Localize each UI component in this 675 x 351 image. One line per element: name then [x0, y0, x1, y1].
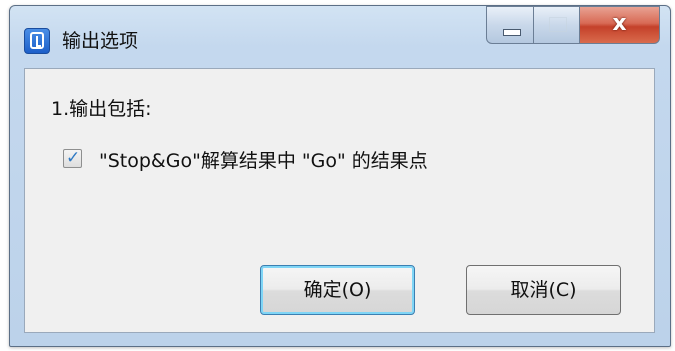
go-results-checkbox[interactable]: ✓ — [63, 148, 82, 168]
dialog-title: 输出选项 — [62, 30, 139, 52]
app-logo-icon — [24, 28, 50, 54]
caption-buttons: x — [486, 6, 660, 46]
maximize-button — [534, 6, 580, 44]
checkmark-icon: ✓ — [66, 148, 81, 168]
output-section-label: 1.输出包括: — [51, 98, 152, 120]
options-dialog: 输出选项 x 1.输出包括: ✓ "Stop&Go"解算结果中 "Go" 的结果… — [9, 5, 671, 347]
close-button[interactable]: x — [580, 6, 660, 44]
go-results-checkbox-label[interactable]: "Stop&Go"解算结果中 "Go" 的结果点 — [99, 146, 428, 173]
maximize-icon — [549, 17, 567, 32]
dialog-content: 1.输出包括: ✓ "Stop&Go"解算结果中 "Go" 的结果点 确定(O)… — [24, 68, 655, 333]
cancel-button[interactable]: 取消(C) — [466, 265, 621, 315]
title-bar[interactable]: 输出选项 x — [10, 6, 670, 68]
close-icon: x — [612, 11, 627, 36]
ok-button[interactable]: 确定(O) — [260, 265, 415, 315]
minimize-button[interactable] — [486, 6, 534, 44]
minimize-icon — [503, 29, 521, 36]
